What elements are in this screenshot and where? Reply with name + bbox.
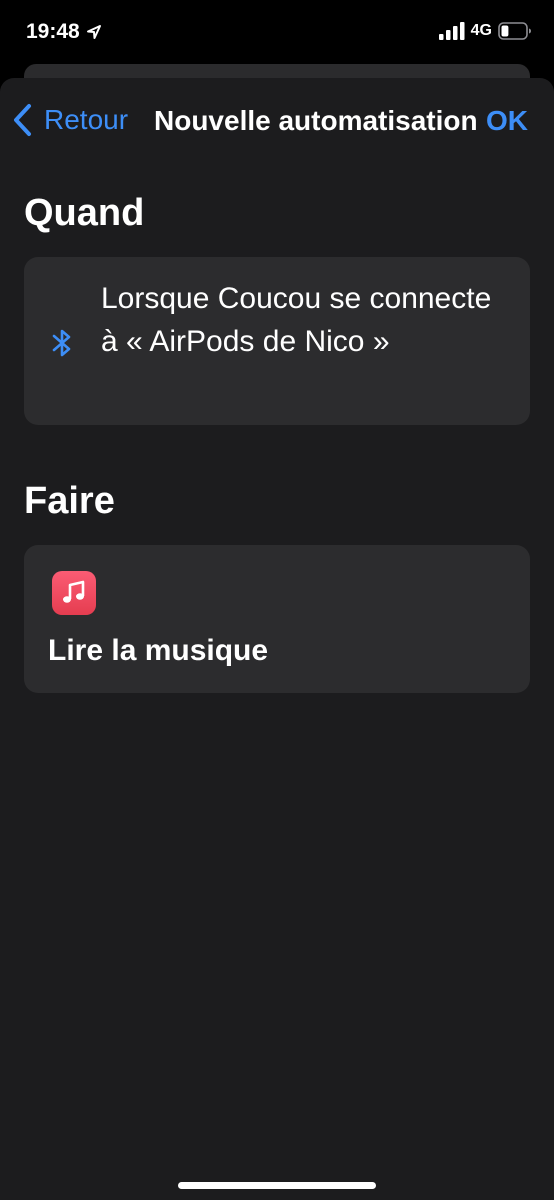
trigger-card[interactable]: Lorsque Coucou se connecte à « AirPods d…: [24, 257, 530, 425]
ok-button[interactable]: OK: [486, 105, 528, 137]
action-label: Lire la musique: [48, 634, 269, 667]
music-note-icon: [63, 580, 85, 603]
when-section-title: Quand: [24, 192, 145, 234]
back-button[interactable]: Retour: [12, 102, 128, 138]
automation-sheet: Retour Nouvelle automatisation OK Quand …: [0, 78, 554, 1200]
action-card[interactable]: Lire la musique: [24, 545, 530, 693]
page-title: Nouvelle automatisation: [154, 105, 478, 136]
bluetooth-icon: [52, 329, 71, 357]
signal-icon: [438, 22, 465, 40]
navigation-bar: Retour Nouvelle automatisation OK: [0, 78, 554, 164]
do-section-title: Faire: [24, 480, 115, 522]
music-app-icon: [52, 571, 96, 615]
status-bar: 19:48 4G: [0, 0, 554, 66]
battery-icon: [498, 22, 531, 40]
back-label: Retour: [44, 104, 129, 135]
location-arrow-icon: [86, 25, 101, 39]
trigger-description: Lorsque Coucou se connecte à « AirPods d…: [101, 282, 492, 358]
home-indicator[interactable]: [178, 1182, 376, 1189]
status-time-label: 19:48: [26, 20, 80, 43]
network-type: 4G: [470, 22, 492, 39]
status-indicators: 4G: [438, 22, 532, 40]
status-time: 19:48: [26, 20, 102, 44]
chevron-left-icon: [14, 104, 31, 136]
